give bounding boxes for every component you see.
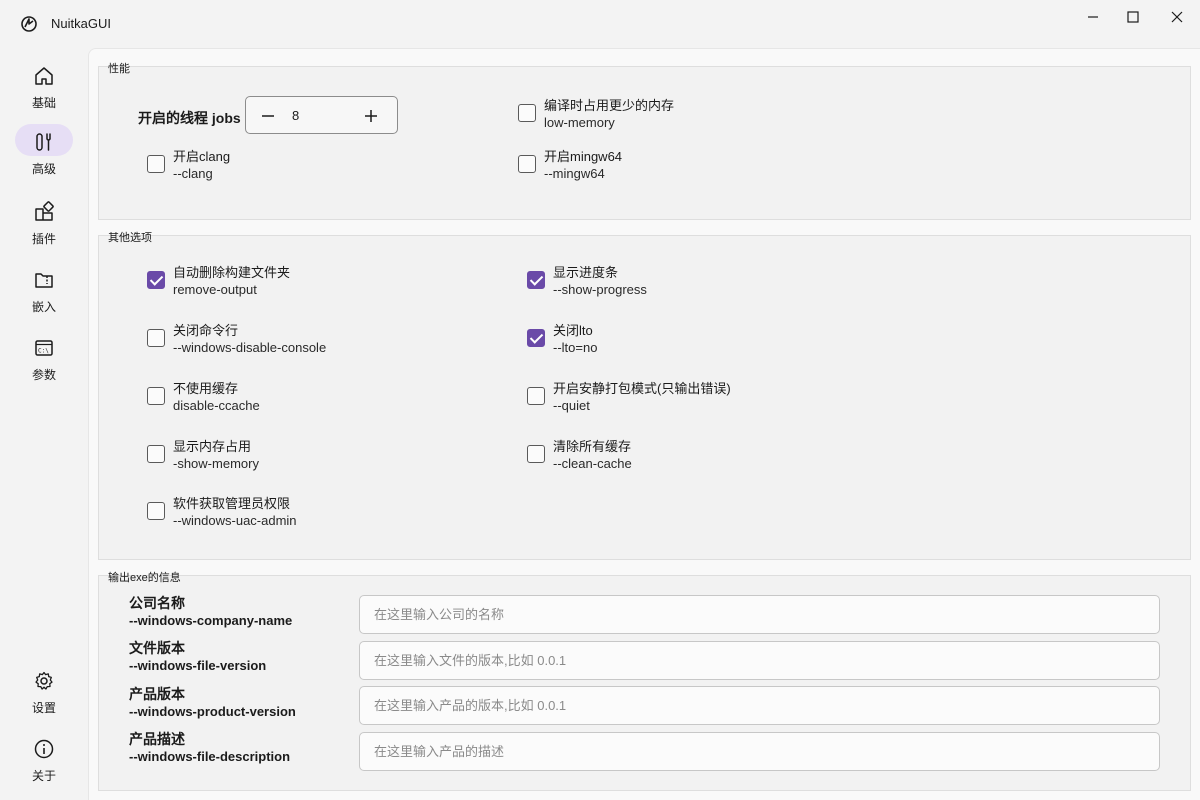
info-icon <box>30 735 58 763</box>
performance-group <box>98 66 1191 220</box>
jobs-value[interactable]: 8 <box>292 108 299 123</box>
option-title: 关闭命令行 <box>173 323 239 338</box>
option-title: 软件获取管理员权限 <box>173 496 291 511</box>
svg-text:C:\: C:\ <box>38 348 49 355</box>
sidebar-item-basic[interactable]: 基础 <box>14 58 74 114</box>
jobs-label: 开启的线程 jobs <box>138 110 241 126</box>
option-flag: remove-output <box>173 282 257 297</box>
other-options-group-title: 其他选项 <box>108 232 152 244</box>
sidebar-item-label: 高级 <box>31 162 56 176</box>
option-flag: --clean-cache <box>553 456 632 471</box>
company-name-flag: --windows-company-name <box>129 613 293 628</box>
increment-button[interactable] <box>359 104 383 128</box>
checkbox[interactable] <box>147 155 165 173</box>
sidebar-item-label: 参数 <box>31 368 56 382</box>
sidebar-item-label: 设置 <box>31 701 56 715</box>
product-description-flag: --windows-file-description <box>129 749 291 764</box>
option-flag: --mingw64 <box>544 166 605 181</box>
sidebar-item-settings[interactable]: 设置 <box>14 663 74 719</box>
option-title: 开启安静打包模式(只输出错误) <box>553 381 731 396</box>
option-title: 自动删除构建文件夹 <box>173 265 291 280</box>
gear-icon <box>30 667 58 695</box>
title-bar: NuitkaGUI <box>0 0 1200 46</box>
product-version-input[interactable] <box>359 686 1160 725</box>
checkbox[interactable] <box>147 445 165 463</box>
option-title: 开启clang <box>173 149 231 164</box>
performance-group-title: 性能 <box>108 63 130 75</box>
checkbox[interactable] <box>147 502 165 520</box>
option-title: 编译时占用更少的内存 <box>544 98 675 113</box>
tools-icon <box>30 128 58 156</box>
file-version-input[interactable] <box>359 641 1160 680</box>
home-icon <box>30 62 58 90</box>
folder-zip-icon <box>30 266 58 294</box>
sidebar-item-label: 嵌入 <box>31 300 56 314</box>
option-flag: --lto=no <box>553 340 598 355</box>
checkbox-checked[interactable] <box>527 271 545 289</box>
option-flag: low-memory <box>544 115 615 130</box>
checkbox[interactable] <box>527 445 545 463</box>
window-title: NuitkaGUI <box>51 16 111 31</box>
sidebar-item-params[interactable]: C:\ 参数 <box>14 330 74 386</box>
product-description-label: 产品描述 <box>129 731 185 747</box>
close-button[interactable] <box>1154 0 1200 34</box>
option-title: 开启mingw64 <box>544 149 623 164</box>
apps-add-icon <box>30 198 58 226</box>
checkbox-checked[interactable] <box>147 271 165 289</box>
product-description-input[interactable] <box>359 732 1160 771</box>
file-version-label: 文件版本 <box>129 640 185 656</box>
sidebar-item-plugins[interactable]: 插件 <box>14 194 74 250</box>
option-title: 显示进度条 <box>553 265 619 280</box>
sidebar-item-label: 插件 <box>31 232 56 246</box>
checkbox[interactable] <box>527 387 545 405</box>
sidebar-item-embed[interactable]: 嵌入 <box>14 262 74 318</box>
file-version-flag: --windows-file-version <box>129 658 267 673</box>
company-name-label: 公司名称 <box>129 595 185 611</box>
sidebar-item-advanced[interactable]: 高级 <box>14 124 74 180</box>
checkbox[interactable] <box>147 387 165 405</box>
checkbox[interactable] <box>147 329 165 347</box>
option-flag: --show-progress <box>553 282 647 297</box>
checkbox[interactable] <box>518 104 536 122</box>
app-logo-icon <box>20 15 38 33</box>
option-flag: --windows-uac-admin <box>173 513 297 528</box>
output-info-group-title: 输出exe的信息 <box>108 572 181 584</box>
option-flag: -show-memory <box>173 456 259 471</box>
maximize-button[interactable] <box>1110 0 1156 34</box>
option-title: 关闭lto <box>553 323 593 338</box>
checkbox[interactable] <box>518 155 536 173</box>
product-version-label: 产品版本 <box>129 686 185 702</box>
option-flag: --windows-disable-console <box>173 340 327 355</box>
decrement-button[interactable] <box>256 104 280 128</box>
option-flag: --quiet <box>553 398 590 413</box>
jobs-stepper[interactable]: 8 <box>245 96 398 134</box>
sidebar-item-label: 关于 <box>31 769 56 783</box>
product-version-flag: --windows-product-version <box>129 704 296 719</box>
checkbox-checked[interactable] <box>527 329 545 347</box>
option-flag: disable-ccache <box>173 398 260 413</box>
option-title: 显示内存占用 <box>173 439 252 454</box>
sidebar-item-about[interactable]: 关于 <box>14 731 74 787</box>
terminal-icon: C:\ <box>30 334 58 362</box>
option-flag: --clang <box>173 166 213 181</box>
company-name-input[interactable] <box>359 595 1160 634</box>
sidebar-item-label: 基础 <box>31 96 56 110</box>
option-title: 不使用缓存 <box>173 381 239 396</box>
option-title: 清除所有缓存 <box>553 439 632 454</box>
